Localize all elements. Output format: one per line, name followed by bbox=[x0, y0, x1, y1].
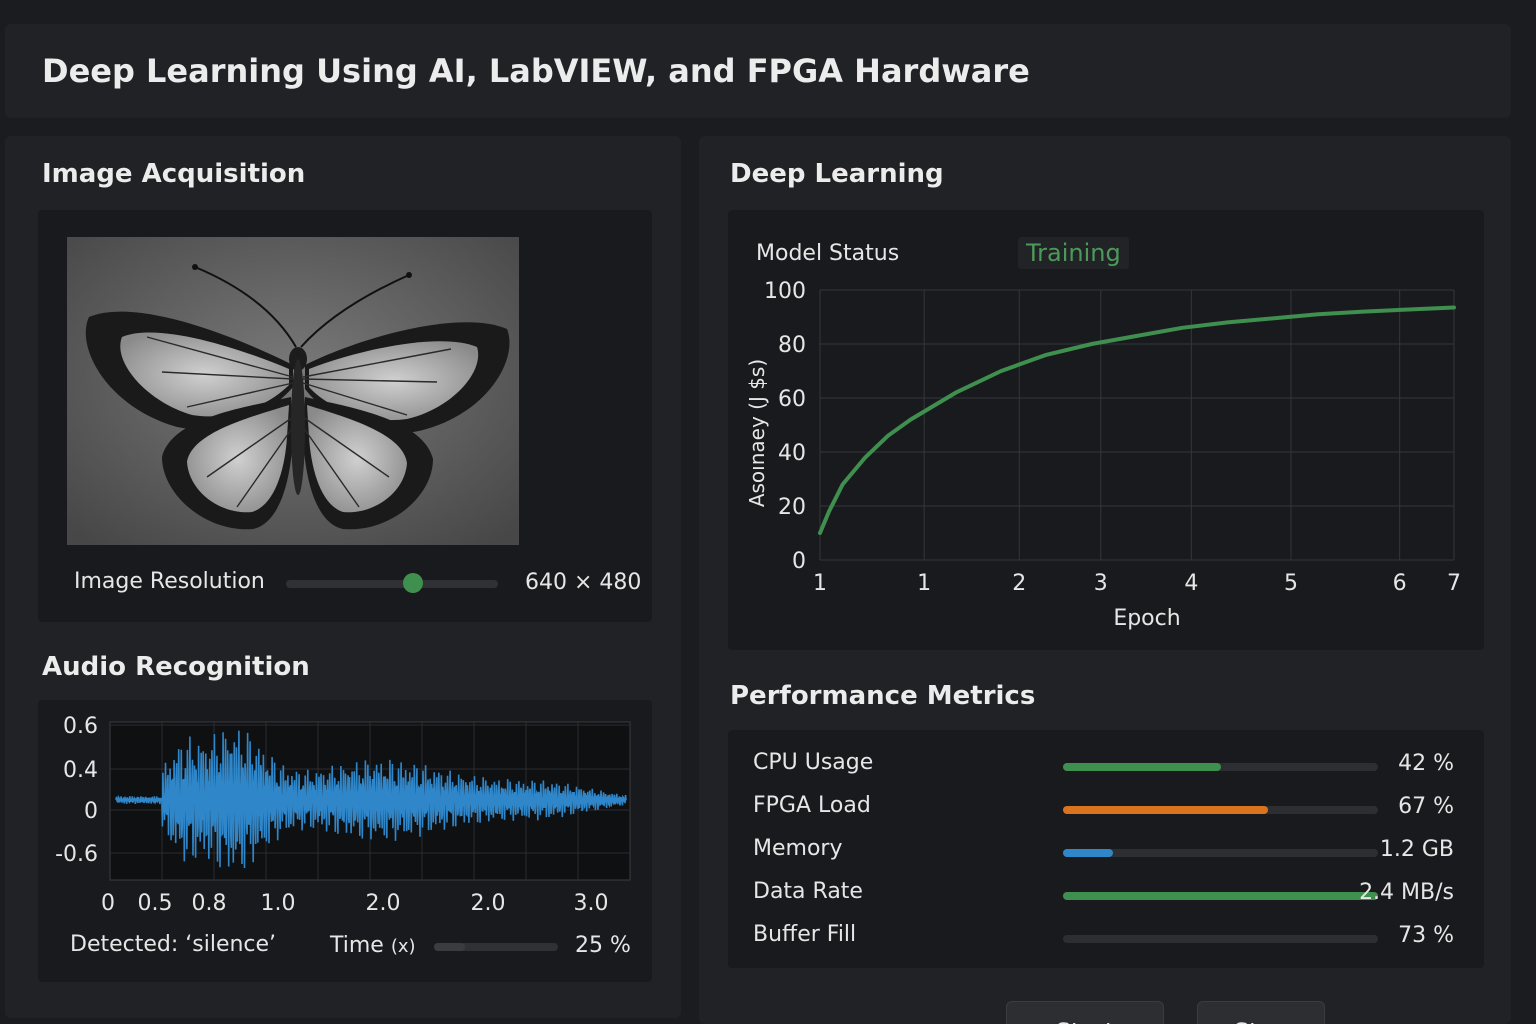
accuracy-chart: 0 20 40 60 80 100 1 1 2 3 4 5 6 7 Epoch Asoınaey (J $s) bbox=[745, 279, 1461, 631]
waveform-x-tick: 0.8 bbox=[192, 891, 227, 916]
stop-button[interactable]: Stop bbox=[1197, 1001, 1325, 1024]
right-panel: Deep Learning Model Status Training 0 20 4… bbox=[699, 136, 1511, 1024]
metric-label: CPU Usage bbox=[753, 750, 874, 775]
metric-row: Memory 1.2 GB bbox=[728, 836, 1484, 876]
metric-row: FPGA Load 67 % bbox=[728, 793, 1484, 833]
metric-value: 1.2 GB bbox=[1379, 837, 1454, 862]
metric-value: 67 % bbox=[1398, 794, 1454, 819]
resolution-label: Image Resolution bbox=[74, 569, 265, 594]
performance-metrics-title: Performance Metrics bbox=[730, 681, 1036, 711]
metric-row: Buffer Fill 73 % bbox=[728, 922, 1484, 962]
y-tick-label: 60 bbox=[778, 387, 806, 412]
y-axis-label: Asoınaey (J $s) bbox=[745, 359, 769, 507]
metric-bar bbox=[1063, 849, 1378, 857]
metric-bar bbox=[1063, 806, 1378, 814]
x-tick-label: 2 bbox=[1012, 571, 1026, 596]
metric-bar-fill bbox=[1063, 806, 1268, 814]
waveform-x-tick: 2.0 bbox=[366, 891, 401, 916]
detected-label: Detected: ‘silence’ bbox=[70, 932, 277, 957]
waveform-x-tick: 2.0 bbox=[471, 891, 506, 916]
audio-box: 0.6 0.4 0 -0.6 0 0.5 0.8 1.0 2.0 2.0 3.0 Detected:… bbox=[38, 700, 652, 982]
metric-label: Buffer Fill bbox=[753, 922, 857, 947]
x-tick-label: 6 bbox=[1393, 571, 1407, 596]
metric-bar bbox=[1063, 892, 1378, 900]
left-panel: Image Acquisition Image Resolution 640 ×… bbox=[5, 136, 681, 1018]
time-unit: (x) bbox=[390, 936, 416, 957]
time-label-text: Time bbox=[330, 933, 384, 958]
performance-box: CPU Usage 42 % FPGA Load 67 % Memory 1.2 GB Da… bbox=[728, 730, 1484, 968]
x-tick-label: 1 bbox=[813, 571, 827, 596]
metric-bar-fill bbox=[1063, 892, 1378, 900]
waveform-x-tick: 3.0 bbox=[574, 891, 609, 916]
x-tick-label: 3 bbox=[1094, 571, 1108, 596]
time-label: Time (x) bbox=[330, 933, 416, 958]
metric-bar bbox=[1063, 763, 1378, 771]
resolution-value: 640 × 480 bbox=[525, 570, 642, 595]
waveform-x-tick: 0.5 bbox=[138, 891, 173, 916]
metric-value: 2.4 MB/s bbox=[1359, 880, 1454, 905]
start-button[interactable]: Start bbox=[1006, 1001, 1164, 1024]
metric-value: 73 % bbox=[1398, 923, 1454, 948]
metric-label: Memory bbox=[753, 836, 843, 861]
butterfly-image bbox=[67, 237, 519, 545]
y-tick-label: 80 bbox=[778, 333, 806, 358]
x-tick-label: 7 bbox=[1447, 571, 1461, 596]
resolution-slider[interactable] bbox=[286, 580, 498, 588]
image-acquisition-box: Image Resolution 640 × 480 bbox=[38, 210, 652, 622]
deep-learning-title: Deep Learning bbox=[730, 159, 944, 189]
waveform-x-tick: 1.0 bbox=[261, 891, 296, 916]
metric-value: 42 % bbox=[1398, 751, 1454, 776]
metric-row: Data Rate 2.4 MB/s bbox=[728, 879, 1484, 919]
y-tick-label: 40 bbox=[778, 441, 806, 466]
x-axis-label: Epoch bbox=[1113, 606, 1180, 631]
audio-recognition-title: Audio Recognition bbox=[42, 652, 310, 682]
y-tick-label: 100 bbox=[764, 279, 806, 304]
x-tick-label: 5 bbox=[1284, 571, 1298, 596]
header-bar: Deep Learning Using AI, LabVIEW, and FPG… bbox=[5, 24, 1511, 118]
metric-bar-fill bbox=[1063, 849, 1114, 857]
image-acquisition-title: Image Acquisition bbox=[42, 159, 306, 189]
waveform-y-tick: 0.6 bbox=[63, 714, 98, 739]
metric-bar-fill bbox=[1063, 763, 1221, 771]
page-title: Deep Learning Using AI, LabVIEW, and FPG… bbox=[42, 52, 1030, 90]
y-tick-label: 20 bbox=[778, 495, 806, 520]
metric-label: FPGA Load bbox=[753, 793, 871, 818]
time-slider[interactable] bbox=[434, 943, 558, 951]
resolution-slider-handle[interactable] bbox=[403, 573, 424, 593]
metric-label: Data Rate bbox=[753, 879, 863, 904]
y-tick-label: 0 bbox=[792, 549, 806, 574]
waveform-y-tick: 0.4 bbox=[63, 758, 98, 783]
metric-row: CPU Usage 42 % bbox=[728, 750, 1484, 790]
waveform-y-tick: 0 bbox=[84, 799, 98, 824]
deep-learning-box: Model Status Training 0 20 40 60 80 100 1 1 2 3 4 5… bbox=[728, 210, 1484, 650]
waveform-x-tick: 0 bbox=[101, 891, 115, 916]
accuracy-series-line bbox=[818, 305, 1456, 535]
x-tick-label: 4 bbox=[1184, 571, 1198, 596]
time-value: 25 % bbox=[575, 933, 631, 958]
time-slider-fill bbox=[434, 943, 465, 951]
waveform-y-tick: -0.6 bbox=[55, 842, 98, 867]
metric-bar bbox=[1063, 935, 1378, 943]
x-tick-label: 1 bbox=[917, 571, 931, 596]
